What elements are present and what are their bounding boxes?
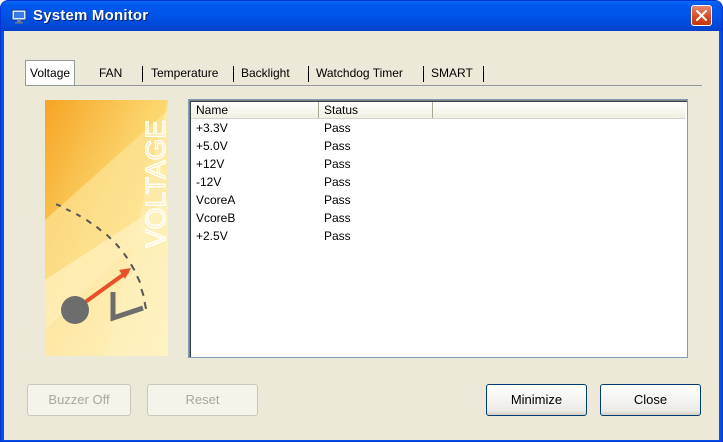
column-header-status[interactable]: Status bbox=[319, 102, 433, 118]
column-header-name[interactable]: Name bbox=[191, 102, 319, 118]
list-rows: +3.3V Pass +5.0V Pass +12V Pass -12V Pas… bbox=[191, 119, 685, 245]
tab-watchdog-timer[interactable]: Watchdog Timer bbox=[312, 62, 407, 84]
row-name: VcoreA bbox=[196, 193, 236, 207]
window-close-button[interactable] bbox=[691, 5, 712, 26]
tab-backlight[interactable]: Backlight bbox=[237, 62, 294, 84]
close-icon bbox=[696, 10, 707, 21]
row-status: Pass bbox=[324, 121, 351, 135]
tab-separator bbox=[483, 66, 484, 82]
row-name: +2.5V bbox=[196, 229, 228, 243]
tab-separator bbox=[423, 66, 424, 82]
row-name: +3.3V bbox=[196, 121, 228, 135]
row-status: Pass bbox=[324, 211, 351, 225]
row-status: Pass bbox=[324, 139, 351, 153]
row-name: +5.0V bbox=[196, 139, 228, 153]
tab-voltage[interactable]: Voltage bbox=[25, 60, 76, 85]
row-status: Pass bbox=[324, 157, 351, 171]
voltage-status-list[interactable]: Name Status +3.3V Pass +5.0V Pass +12V P… bbox=[188, 99, 688, 358]
row-name: -12V bbox=[196, 175, 222, 189]
tab-separator bbox=[142, 66, 143, 82]
buzzer-off-button[interactable]: Buzzer Off bbox=[27, 384, 131, 416]
minimize-button[interactable]: Minimize bbox=[486, 384, 587, 416]
window-title: System Monitor bbox=[33, 7, 149, 24]
monitor-app-icon bbox=[11, 8, 27, 24]
tab-separator bbox=[308, 66, 309, 82]
row-status: Pass bbox=[324, 229, 351, 243]
row-name: VcoreB bbox=[196, 211, 236, 225]
title-bar[interactable]: System Monitor bbox=[1, 1, 722, 31]
list-item[interactable]: +2.5V Pass bbox=[191, 227, 685, 245]
voltage-caption: VOLTAGE bbox=[140, 120, 168, 248]
list-item[interactable]: VcoreA Pass bbox=[191, 191, 685, 209]
row-status: Pass bbox=[324, 175, 351, 189]
list-header: Name Status bbox=[191, 102, 685, 119]
tab-fan[interactable]: FAN bbox=[95, 62, 126, 84]
close-button[interactable]: Close bbox=[600, 384, 701, 416]
row-status: Pass bbox=[324, 193, 351, 207]
list-item[interactable]: +3.3V Pass bbox=[191, 119, 685, 137]
list-item[interactable]: +12V Pass bbox=[191, 155, 685, 173]
system-monitor-window: System Monitor Voltage FAN Temperature B… bbox=[0, 0, 723, 442]
list-item[interactable]: VcoreB Pass bbox=[191, 209, 685, 227]
voltage-gauge-illustration: VOLTAGE bbox=[45, 100, 168, 356]
voltage-tab-panel: VOLTAGE Name Status +3.3V Pass +5.0V Pas… bbox=[25, 85, 702, 371]
list-item[interactable]: -12V Pass bbox=[191, 173, 685, 191]
tab-temperature[interactable]: Temperature bbox=[147, 62, 222, 84]
reset-button[interactable]: Reset bbox=[147, 384, 258, 416]
tab-smart[interactable]: SMART bbox=[427, 62, 477, 84]
list-item[interactable]: +5.0V Pass bbox=[191, 137, 685, 155]
dialog-client-area: Voltage FAN Temperature Backlight Watchd… bbox=[4, 31, 719, 440]
tab-separator bbox=[233, 66, 234, 82]
row-name: +12V bbox=[196, 157, 225, 171]
